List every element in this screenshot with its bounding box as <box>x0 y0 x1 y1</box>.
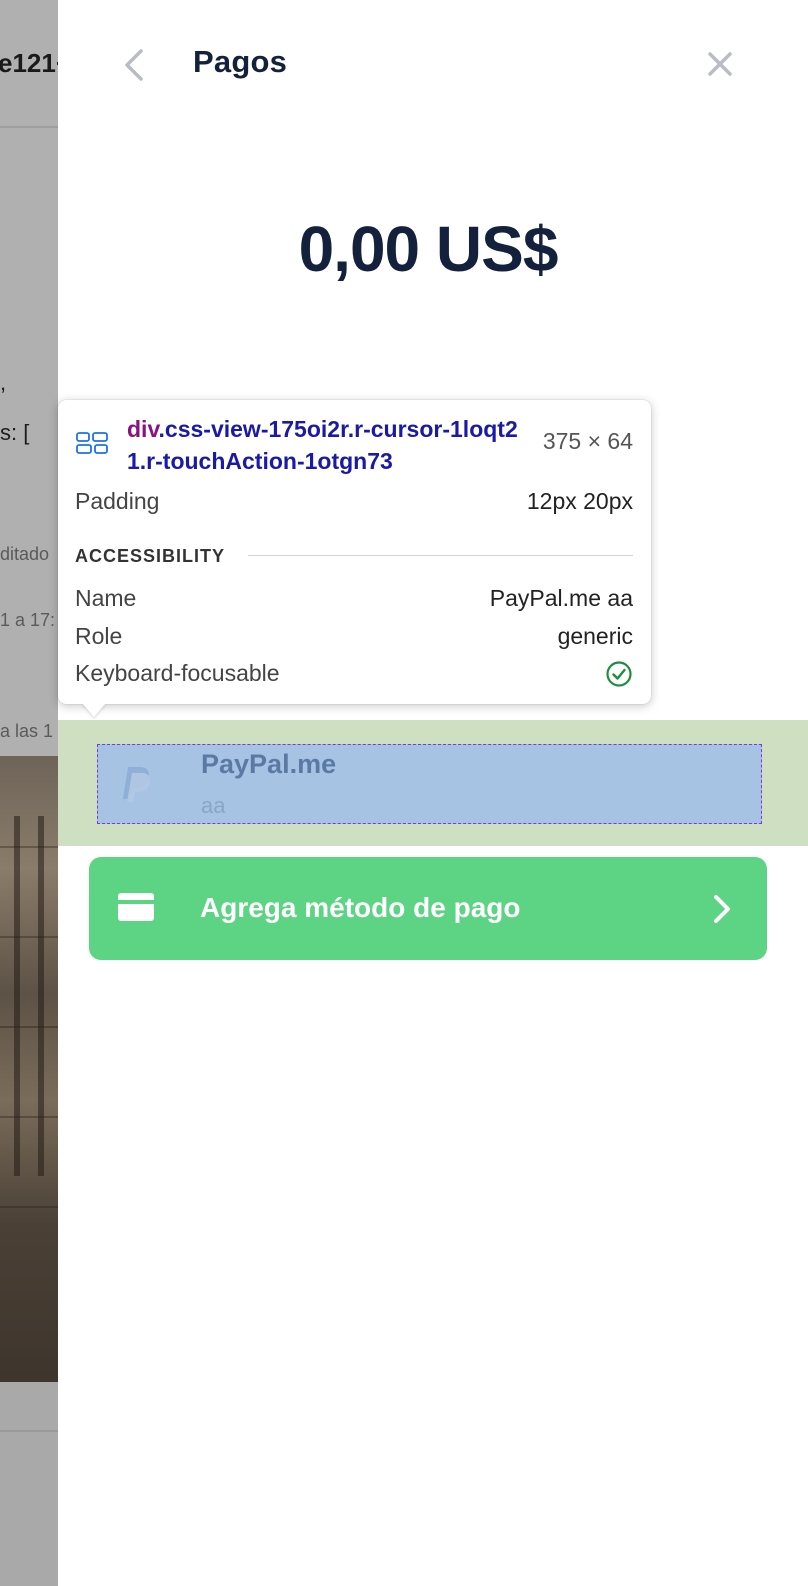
background-meta-line: 1 a 17: <box>0 610 56 630</box>
payment-method-name: PayPal.me <box>201 749 337 779</box>
background-meta-line: ditado <box>0 544 50 564</box>
name-label: Name <box>75 585 137 611</box>
element-tag: div <box>127 416 159 442</box>
credit-card-icon <box>118 893 154 921</box>
add-payment-method-button[interactable]: Agrega método de pago <box>89 857 767 960</box>
devtools-inspect-tooltip: div.css-view-175oi2r.r-cursor-1loqt21.r-… <box>58 400 651 704</box>
back-button[interactable] <box>118 42 150 88</box>
payment-method-detail: aa <box>201 793 226 818</box>
name-value: PayPal.me aa <box>489 585 633 611</box>
drawer-title: Pagos <box>193 44 288 79</box>
element-selector: div.css-view-175oi2r.r-cursor-1loqt21.r-… <box>127 413 527 477</box>
balance-amount: 0,00 US$ <box>298 213 559 285</box>
role-label: Role <box>75 623 123 649</box>
add-payment-method-label: Agrega método de pago <box>200 892 521 923</box>
background-divider <box>0 126 58 128</box>
grid-layout-icon <box>76 432 108 454</box>
background-meta-line: a las 1 <box>0 721 54 741</box>
background-code-line: s: [ <box>0 420 30 445</box>
background-footer <box>0 1382 58 1586</box>
section-divider <box>248 555 633 556</box>
accessibility-heading: ACCESSIBILITY <box>75 546 226 566</box>
paypal-icon <box>123 767 150 802</box>
check-circle-icon <box>606 661 632 687</box>
payment-method-paypal[interactable]: PayPal.me aa <box>97 744 762 824</box>
close-icon <box>708 52 732 76</box>
element-classes: .css-view-175oi2r.r-cursor-1loqt21.r-tou… <box>127 416 518 474</box>
padding-value: 12px 20px <box>526 488 633 514</box>
background-header-text: e121+ <box>0 48 58 78</box>
background-room-photo <box>0 756 58 1382</box>
chevron-right-icon <box>714 895 730 923</box>
background-code-line: , <box>0 370 7 395</box>
chevron-left-icon <box>125 49 143 81</box>
tooltip-arrow <box>82 703 106 717</box>
close-button[interactable] <box>700 42 740 86</box>
background-divider <box>0 1430 58 1432</box>
padding-label: Padding <box>75 488 160 514</box>
role-value: generic <box>557 623 633 649</box>
focusable-label: Keyboard-focusable <box>75 660 280 686</box>
element-size: 375 × 64 <box>542 428 633 454</box>
background-page: e121+ , s: [ ditado 1 a 17: a las 1 <box>0 0 58 1586</box>
screen: e121+ , s: [ ditado 1 a 17: a las 1 Pago… <box>0 0 808 1586</box>
